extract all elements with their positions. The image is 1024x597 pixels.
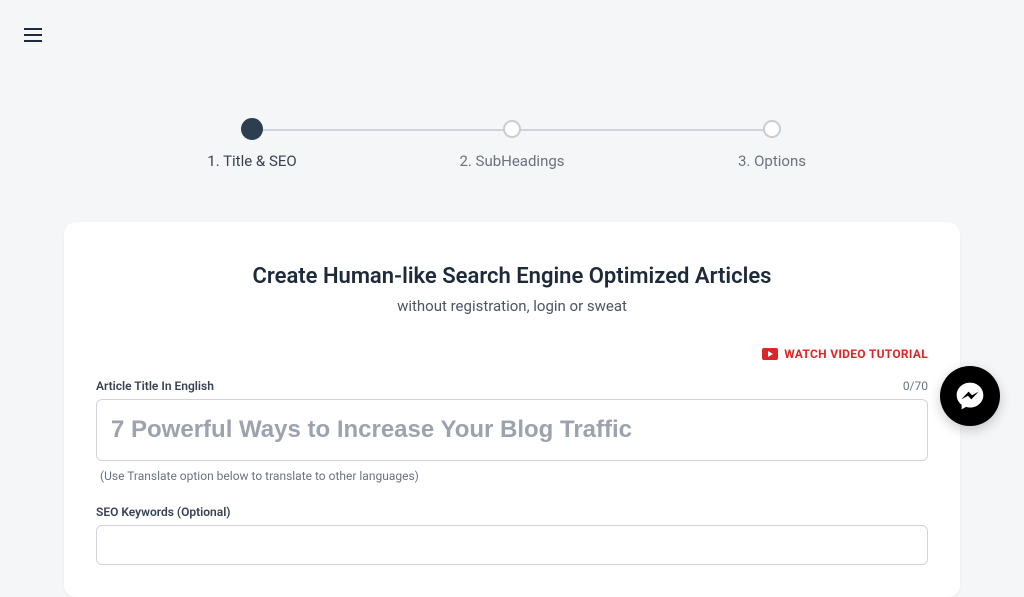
stepper: 1. Title & SEO 2. SubHeadings 3. Options — [192, 120, 832, 170]
messenger-chat-button[interactable] — [940, 366, 1000, 426]
youtube-icon — [762, 348, 778, 360]
article-title-counter: 0/70 — [903, 379, 928, 393]
seo-keywords-label: SEO Keywords (Optional) — [96, 505, 231, 519]
watch-video-tutorial-label: WATCH VIDEO TUTORIAL — [784, 347, 928, 361]
step-label: 2. SubHeadings — [459, 152, 564, 170]
article-title-input[interactable] — [96, 399, 928, 461]
hamburger-menu-button[interactable] — [24, 28, 42, 42]
step-label: 1. Title & SEO — [207, 152, 296, 170]
article-title-label: Article Title In English — [96, 379, 214, 393]
messenger-icon — [954, 380, 986, 412]
page-title: Create Human-like Search Engine Optimize… — [96, 264, 928, 289]
seo-keywords-input[interactable] — [96, 525, 928, 565]
page-subtitle: without registration, login or sweat — [96, 297, 928, 315]
step-1[interactable]: 1. Title & SEO — [192, 120, 312, 170]
step-3[interactable]: 3. Options — [712, 120, 832, 170]
step-dot — [763, 120, 781, 138]
step-label: 3. Options — [738, 152, 806, 170]
step-2[interactable]: 2. SubHeadings — [452, 120, 572, 170]
step-dot — [503, 120, 521, 138]
main-card: Create Human-like Search Engine Optimize… — [64, 222, 960, 597]
article-title-helper: (Use Translate option below to translate… — [100, 469, 928, 483]
step-dot-active — [241, 118, 263, 140]
watch-video-tutorial-link[interactable]: WATCH VIDEO TUTORIAL — [762, 347, 928, 361]
